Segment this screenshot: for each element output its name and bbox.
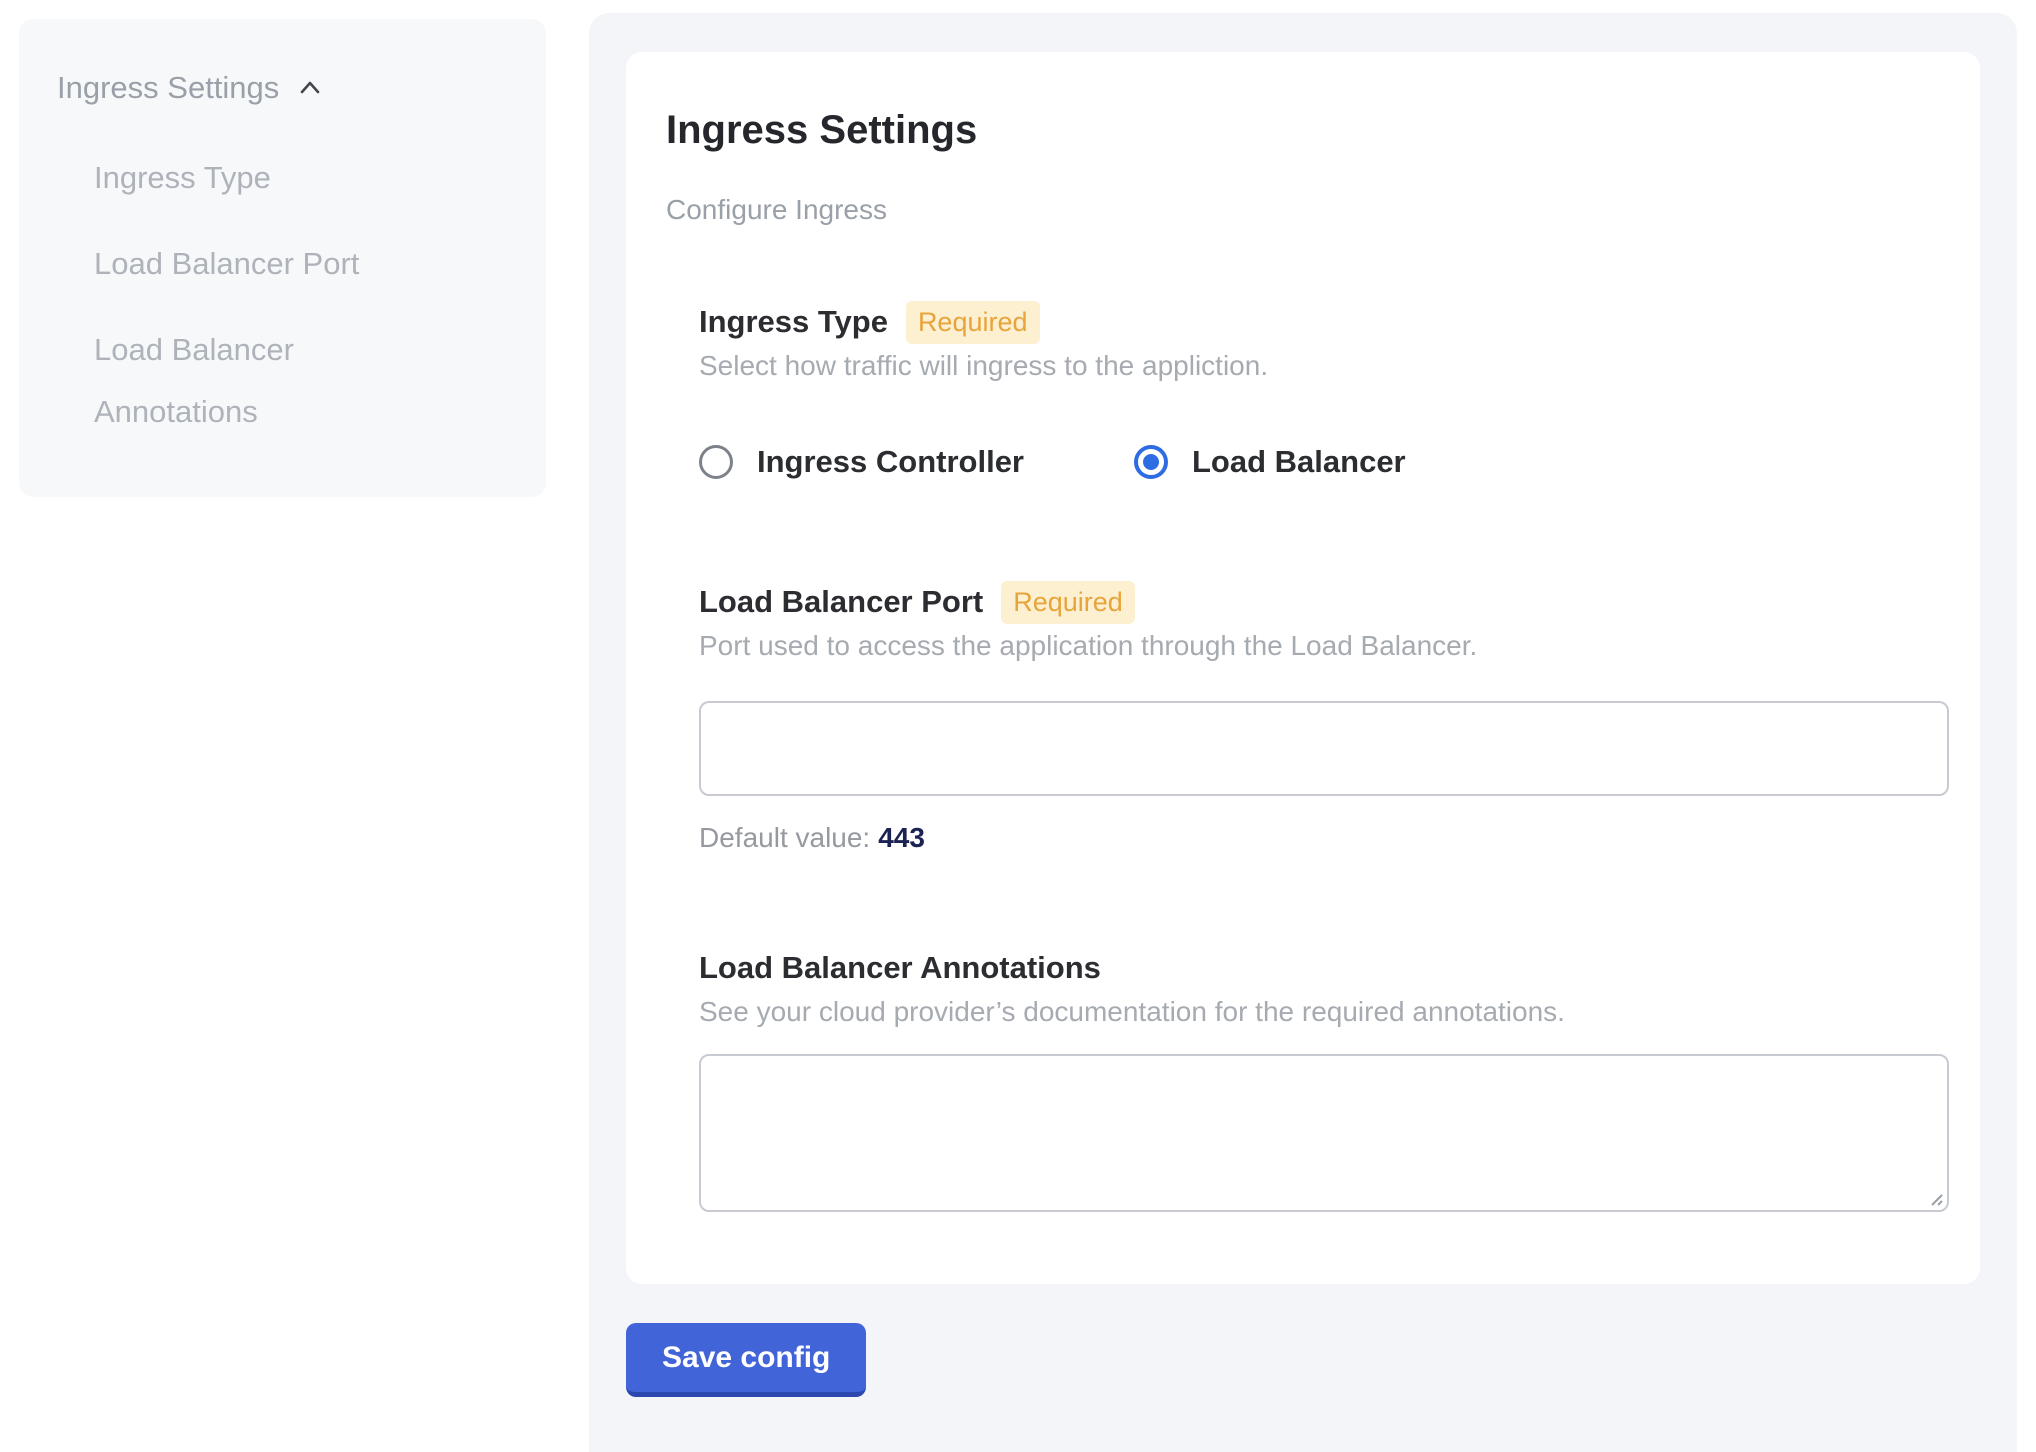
- ingress-type-section: Ingress Type Required Select how traffic…: [699, 300, 1950, 482]
- page-subtitle: Configure Ingress: [666, 192, 1950, 228]
- default-value-label: Default value:: [699, 822, 870, 853]
- load-balancer-port-label-row: Load Balancer Port Required: [699, 580, 1950, 624]
- sidebar-item-load-balancer-port[interactable]: Load Balancer Port: [94, 233, 404, 295]
- sidebar-item-load-balancer-annotations[interactable]: Load Balancer Annotations: [94, 319, 404, 443]
- radio-selected-icon[interactable]: [1134, 445, 1168, 479]
- load-balancer-annotations-label-row: Load Balancer Annotations: [699, 946, 1950, 990]
- load-balancer-annotations-label: Load Balancer Annotations: [699, 950, 1101, 986]
- sidebar-group-ingress-settings[interactable]: Ingress Settings: [57, 67, 516, 109]
- default-value: 443: [878, 822, 925, 853]
- radio-load-balancer[interactable]: Load Balancer: [1134, 444, 1406, 480]
- sidebar-group-label: Ingress Settings: [57, 67, 279, 109]
- settings-sidebar: Ingress Settings Ingress Type Load Balan…: [19, 19, 546, 497]
- sidebar-item-ingress-type[interactable]: Ingress Type: [94, 147, 404, 209]
- ingress-type-radio-group: Ingress Controller Load Balancer: [699, 442, 1950, 482]
- load-balancer-port-input[interactable]: [699, 701, 1949, 796]
- radio-ingress-controller-label[interactable]: Ingress Controller: [757, 444, 1024, 480]
- chevron-up-icon: [295, 73, 325, 103]
- ingress-type-description: Select how traffic will ingress to the a…: [699, 348, 1950, 384]
- sidebar-item-list: Ingress Type Load Balancer Port Load Bal…: [94, 147, 516, 443]
- ingress-settings-page: Ingress Settings Ingress Type Load Balan…: [0, 0, 2036, 1452]
- load-balancer-annotations-description: See your cloud provider’s documentation …: [699, 994, 1950, 1030]
- ingress-settings-card: Ingress Settings Configure Ingress Ingre…: [626, 52, 1980, 1284]
- resize-handle-icon[interactable]: [1926, 1189, 1944, 1207]
- ingress-type-label-row: Ingress Type Required: [699, 300, 1950, 344]
- required-badge: Required: [1001, 581, 1135, 624]
- default-value-line: Default value: 443: [699, 820, 1950, 856]
- main-panel: Ingress Settings Configure Ingress Ingre…: [589, 13, 2017, 1452]
- radio-unselected-icon[interactable]: [699, 445, 733, 479]
- load-balancer-port-description: Port used to access the application thro…: [699, 628, 1950, 664]
- load-balancer-port-label: Load Balancer Port: [699, 584, 983, 620]
- radio-load-balancer-label[interactable]: Load Balancer: [1192, 444, 1406, 480]
- load-balancer-port-section: Load Balancer Port Required Port used to…: [699, 580, 1950, 856]
- load-balancer-annotations-textarea[interactable]: [699, 1054, 1949, 1212]
- save-config-button[interactable]: Save config: [626, 1323, 866, 1397]
- ingress-type-label: Ingress Type: [699, 304, 888, 340]
- radio-ingress-controller[interactable]: Ingress Controller: [699, 444, 1024, 480]
- load-balancer-annotations-section: Load Balancer Annotations See your cloud…: [699, 946, 1950, 1212]
- required-badge: Required: [906, 301, 1040, 344]
- page-title: Ingress Settings: [666, 106, 1950, 154]
- load-balancer-annotations-field: [699, 1054, 1949, 1212]
